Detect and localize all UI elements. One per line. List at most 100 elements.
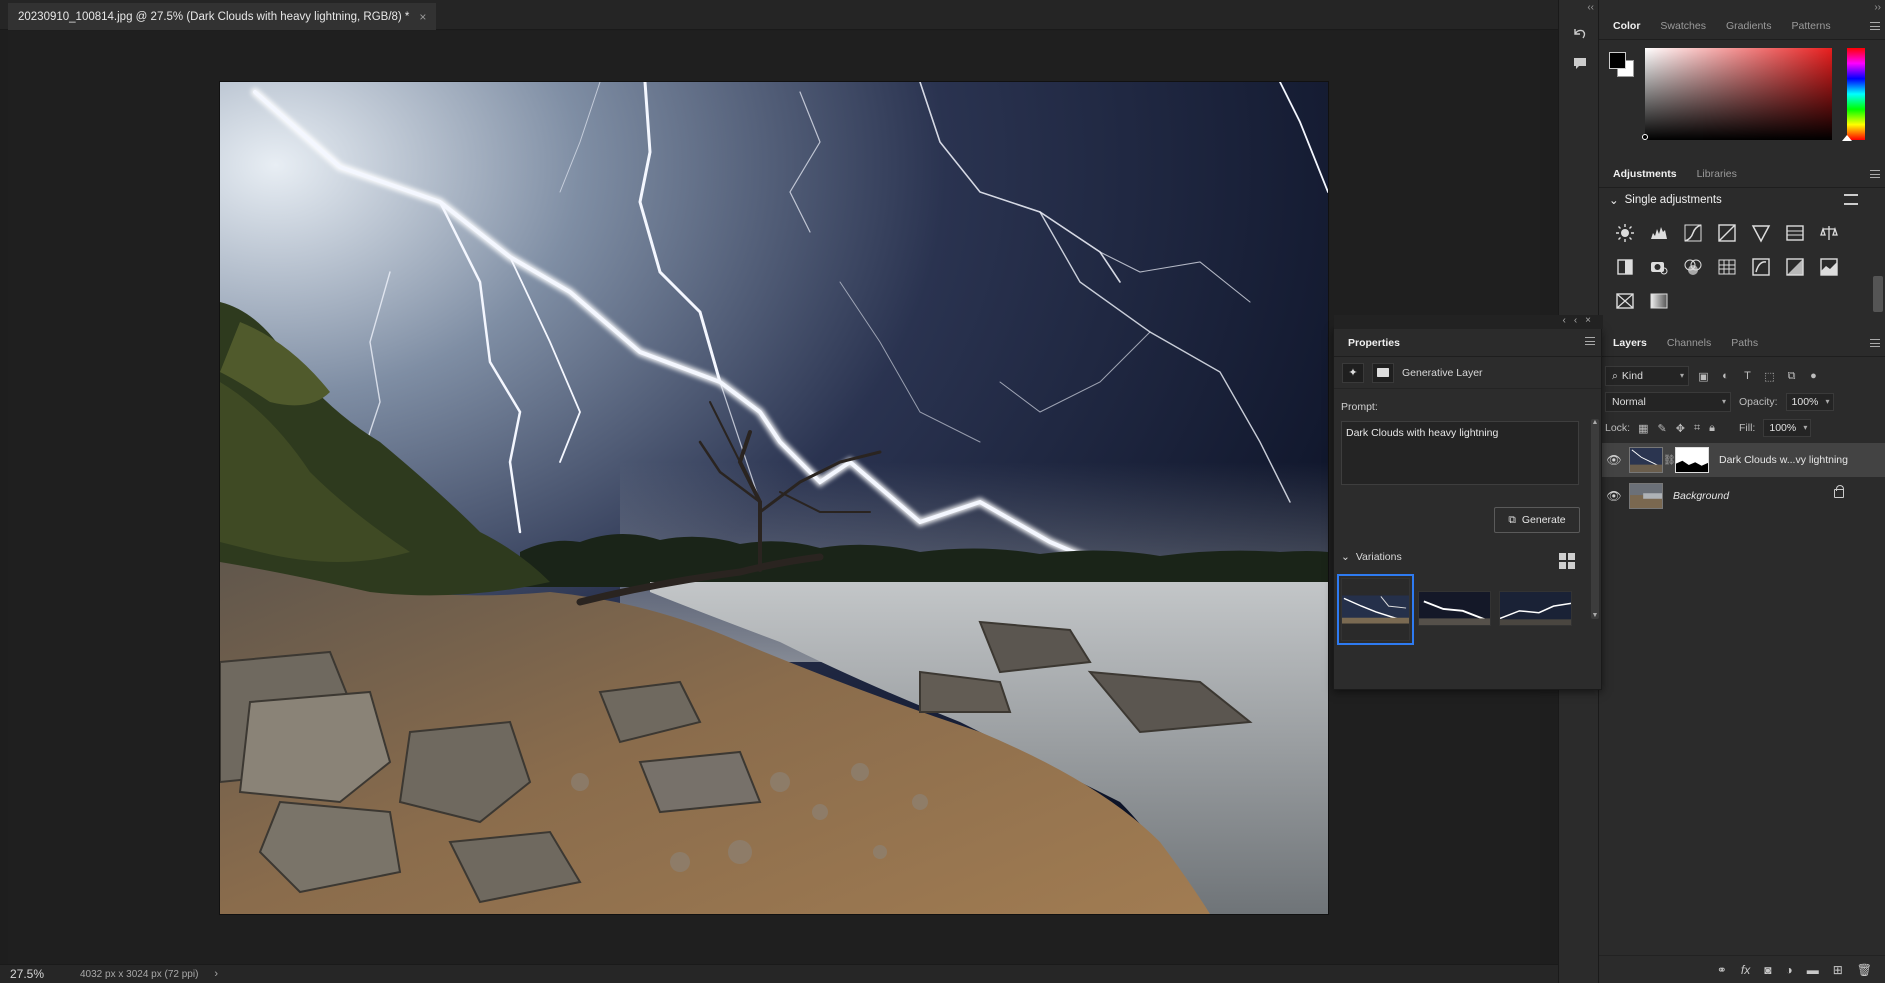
tab-properties[interactable]: Properties <box>1340 337 1408 356</box>
close-tab-icon[interactable]: × <box>419 10 426 24</box>
filter-smart-object-icon[interactable]: ⧉ <box>1785 370 1798 383</box>
tab-color[interactable]: Color <box>1605 20 1648 39</box>
photo-filter-icon[interactable] <box>1642 250 1676 284</box>
invert-icon[interactable] <box>1744 250 1778 284</box>
fx-icon[interactable]: fx <box>1741 963 1750 977</box>
color-picker-handle[interactable] <box>1642 134 1648 140</box>
layer-row[interactable]: 👁︎ ⛓︎ Dark Clouds w...vy lightning <box>1599 443 1885 477</box>
panel-menu-icon[interactable] <box>1870 22 1880 30</box>
posterize-icon[interactable] <box>1778 250 1812 284</box>
layer-row[interactable]: 👁︎ Background <box>1599 479 1885 513</box>
selective-color-icon[interactable] <box>1608 284 1642 318</box>
fill-field[interactable]: 100% ▾ <box>1763 419 1812 437</box>
filter-toggle-icon[interactable]: ● <box>1807 370 1820 383</box>
panel-menu-icon[interactable] <box>1870 170 1880 178</box>
variation-thumbnail[interactable] <box>1418 591 1491 626</box>
visibility-eye-icon[interactable]: 👁︎ <box>1599 453 1629 467</box>
lock-position-icon[interactable]: ✥ <box>1676 422 1685 435</box>
generate-button[interactable]: ⧉ Generate <box>1494 507 1580 533</box>
fill-label: Fill: <box>1739 422 1756 434</box>
tab-libraries[interactable]: Libraries <box>1689 168 1745 187</box>
black-white-icon[interactable] <box>1608 250 1642 284</box>
layer-name[interactable]: Dark Clouds w...vy lightning <box>1719 454 1848 466</box>
blend-mode-select[interactable]: Normal ▾ <box>1605 392 1731 412</box>
properties-titlebar[interactable]: ‹‹× <box>1334 315 1603 329</box>
foreground-color-swatch[interactable] <box>1609 52 1626 69</box>
lock-label: Lock: <box>1605 422 1631 434</box>
brightness-contrast-icon[interactable] <box>1608 216 1642 250</box>
grid-view-icon[interactable] <box>1559 553 1575 569</box>
canvas-area[interactable] <box>8 31 1540 964</box>
document-tab[interactable]: 20230910_100814.jpg @ 27.5% (Dark Clouds… <box>8 3 437 30</box>
status-expand-icon[interactable]: › <box>214 968 218 980</box>
color-lookup-icon[interactable] <box>1710 250 1744 284</box>
layers-panel: Layers Channels Paths ⌕ Kind ▾ ▣ ◐ T ⬚ ⧉… <box>1599 331 1885 983</box>
list-view-icon[interactable] <box>1844 194 1858 205</box>
link-layers-icon[interactable]: ⚭ <box>1717 963 1727 977</box>
tab-swatches[interactable]: Swatches <box>1652 20 1714 39</box>
mask-icon[interactable] <box>1372 362 1394 383</box>
single-adjustments-header[interactable]: ⌄ Single adjustments <box>1599 188 1885 212</box>
opacity-label: Opacity: <box>1739 396 1778 408</box>
layer-mask-thumbnail[interactable] <box>1675 447 1709 473</box>
comments-icon[interactable] <box>1569 52 1591 74</box>
visibility-eye-icon[interactable]: 👁︎ <box>1599 489 1629 503</box>
document-image[interactable] <box>220 82 1328 914</box>
adjustment-layer-icon[interactable]: ◑ <box>1785 963 1792 977</box>
exposure-icon[interactable] <box>1710 216 1744 250</box>
collapse-dock-icon[interactable]: ›› <box>1874 2 1881 13</box>
panel-window-controls[interactable]: ‹‹× <box>1563 315 1600 326</box>
generative-icon[interactable]: ✦ <box>1342 362 1364 383</box>
hue-saturation-icon[interactable] <box>1778 216 1812 250</box>
prompt-textarea[interactable]: Dark Clouds with heavy lightning <box>1341 421 1579 485</box>
color-balance-icon[interactable] <box>1812 216 1846 250</box>
levels-icon[interactable] <box>1642 216 1676 250</box>
lock-artboard-icon[interactable]: ⌗ <box>1694 422 1700 435</box>
panel-menu-icon[interactable] <box>1585 337 1595 345</box>
opacity-value: 100% <box>1791 396 1819 408</box>
filter-adjustment-icon[interactable]: ◐ <box>1719 370 1732 383</box>
filter-type-icon[interactable]: T <box>1741 370 1754 383</box>
variations-header[interactable]: ⌄ Variations <box>1341 551 1402 563</box>
new-group-icon[interactable]: ▬ <box>1807 963 1819 977</box>
opacity-field[interactable]: 100% ▾ <box>1785 393 1834 411</box>
threshold-icon[interactable] <box>1812 250 1846 284</box>
new-layer-icon[interactable]: ⊞ <box>1833 963 1843 977</box>
tab-patterns[interactable]: Patterns <box>1783 20 1838 39</box>
channel-mixer-icon[interactable] <box>1676 250 1710 284</box>
dock-scrollbar[interactable] <box>1873 276 1883 312</box>
collapse-icon[interactable]: ‹‹ <box>1587 2 1594 13</box>
history-icon[interactable] <box>1569 24 1591 46</box>
gradient-map-icon[interactable] <box>1642 284 1676 318</box>
filter-shape-icon[interactable]: ⬚ <box>1763 370 1776 383</box>
adjustments-panel: Adjustments Libraries ⌄ Single adjustmen… <box>1599 162 1885 332</box>
properties-scrollbar[interactable]: ▲ ▼ <box>1591 419 1599 619</box>
add-mask-icon[interactable]: ◙ <box>1764 963 1771 977</box>
trash-icon[interactable]: 🗑︎ <box>1857 963 1872 977</box>
tab-adjustments[interactable]: Adjustments <box>1605 168 1685 187</box>
tab-layers[interactable]: Layers <box>1605 337 1655 356</box>
hue-slider[interactable] <box>1847 48 1865 140</box>
color-picker-field[interactable] <box>1645 48 1832 140</box>
blend-row: Normal ▾ Opacity: 100% ▾ <box>1599 389 1885 415</box>
zoom-level[interactable]: 27.5% <box>0 967 70 981</box>
lock-all-icon[interactable]: 🔒︎ <box>1709 422 1715 435</box>
layer-name[interactable]: Background <box>1673 490 1729 502</box>
lock-transparent-icon[interactable]: ▦ <box>1638 422 1648 435</box>
variation-thumbnail[interactable] <box>1499 591 1572 626</box>
link-icon[interactable]: ⛓︎ <box>1663 455 1676 466</box>
panel-menu-icon[interactable] <box>1870 339 1880 347</box>
curves-icon[interactable] <box>1676 216 1710 250</box>
vibrance-icon[interactable] <box>1744 216 1778 250</box>
variation-thumbnail[interactable] <box>1337 574 1414 645</box>
lock-pixels-icon[interactable]: ✎ <box>1658 422 1667 435</box>
tab-gradients[interactable]: Gradients <box>1718 20 1780 39</box>
tab-paths[interactable]: Paths <box>1723 337 1766 356</box>
filter-kind-select[interactable]: ⌕ Kind ▾ <box>1605 366 1689 386</box>
filter-pixel-icon[interactable]: ▣ <box>1697 370 1710 383</box>
tab-channels[interactable]: Channels <box>1659 337 1719 356</box>
scroll-down-icon[interactable]: ▼ <box>1591 612 1599 619</box>
hue-slider-handle[interactable] <box>1842 135 1852 141</box>
prompt-label: Prompt: <box>1341 401 1378 413</box>
scroll-up-icon[interactable]: ▲ <box>1591 419 1599 426</box>
